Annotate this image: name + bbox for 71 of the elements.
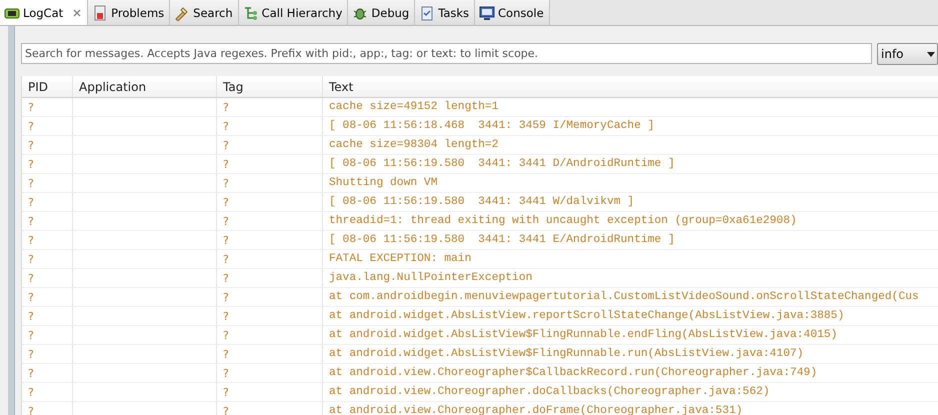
log-level-dropdown[interactable]: info xyxy=(877,43,938,65)
tag-cell: ? xyxy=(223,328,229,342)
column-header[interactable]: Tag xyxy=(217,76,323,97)
column-header[interactable]: PID xyxy=(22,76,73,97)
message-cell: at android.widget.AbsListView.reportScrollStateChange(AbsListView.java:3885) xyxy=(329,310,844,322)
search-field[interactable]: Search for messages. Accepts Java regexes. Prefix with pid:, app:, tag: or text: to limit scope. xyxy=(21,43,872,64)
tag-cell: ? xyxy=(223,404,229,415)
message-cell: [ 08-06 11:56:18.468 3441: 3459 I/MemoryCache ] xyxy=(329,120,654,132)
message-cell: at android.view.Choreographer.doFrame(Choreographer.java:531) xyxy=(329,405,743,415)
pid-cell: ? xyxy=(28,404,34,415)
tag-cell: ? xyxy=(223,252,229,266)
tag-cell: ? xyxy=(223,234,229,246)
problems-icon xyxy=(92,4,108,20)
tag-cell: ? xyxy=(223,348,229,360)
tag-cell: ? xyxy=(223,158,229,170)
pid-cell: ? xyxy=(28,100,34,114)
tag-cell: ? xyxy=(223,214,229,228)
pid-cell: ? xyxy=(28,348,34,360)
view-tab[interactable]: Problems xyxy=(88,0,170,25)
view-tab[interactable]: Console xyxy=(475,0,550,25)
clipboard-icon xyxy=(419,4,436,20)
pid-cell: ? xyxy=(28,328,34,342)
message-cell: at android.widget.AbsListView$FlingRunnable.run(AbsListView.java:4107) xyxy=(329,348,804,360)
tag-cell: ? xyxy=(223,138,229,152)
message-cell: at android.view.Choreographer$CallbackRecord.run(Choreographer.java:749) xyxy=(329,367,818,379)
view-tab[interactable]: Debug xyxy=(348,0,416,25)
pid-cell: ? xyxy=(28,214,34,228)
hierarchy-icon xyxy=(242,4,259,20)
pid-cell: ? xyxy=(28,290,34,304)
tag-cell: ? xyxy=(223,310,229,322)
column-header[interactable]: Application xyxy=(73,76,217,97)
tag-cell: ? xyxy=(223,366,229,380)
message-cell: at com.androidbegin.menuviewpagertutorial.CustomListVideoSound.onScrollStateChanged(Cus xyxy=(329,291,919,303)
tag-cell: ? xyxy=(223,196,229,208)
pid-cell: ? xyxy=(28,158,34,170)
message-cell: threadid=1: thread exiting with uncaught exception (group=0xa61e2908) xyxy=(329,215,797,227)
tag-cell: ? xyxy=(223,290,229,304)
message-cell: at android.view.Choreographer.doCallbacks(Choreographer.java:562) xyxy=(329,386,770,398)
tag-cell: ? xyxy=(223,100,229,114)
message-cell: [ 08-06 11:56:19.580 3441: 3441 D/AndroidRuntime ] xyxy=(329,158,675,170)
tag-cell: ? xyxy=(223,120,229,132)
message-cell: [ 08-06 11:56:19.580 3441: 3441 E/AndroidRuntime ] xyxy=(329,234,675,246)
message-cell: java.lang.NullPointerException xyxy=(329,272,532,284)
pid-cell: ? xyxy=(28,310,34,322)
view-tab[interactable]: Call Hierarchy xyxy=(238,0,348,25)
message-cell: [ 08-06 11:56:19.580 3441: 3441 W/dalvikvm ] xyxy=(329,196,634,208)
pid-cell: ? xyxy=(28,196,34,208)
flashlight-icon xyxy=(174,4,190,20)
tag-cell: ? xyxy=(223,176,229,190)
pid-cell: ? xyxy=(28,120,34,132)
pid-cell: ? xyxy=(28,366,34,380)
message-cell: FATAL EXCEPTION: main xyxy=(329,253,472,265)
view-tab[interactable]: Search xyxy=(170,0,239,25)
pid-cell: ? xyxy=(28,176,34,190)
pid-cell: ? xyxy=(28,272,34,284)
pid-cell: ? xyxy=(28,234,34,246)
caret-icon xyxy=(927,52,935,56)
view-tab[interactable]: LogCat xyxy=(0,0,88,25)
pid-cell: ? xyxy=(28,386,34,398)
pid-cell: ? xyxy=(28,138,34,152)
message-cell: cache size=98304 length=2 xyxy=(329,139,498,151)
monitor-icon xyxy=(479,4,496,20)
message-cell: Shutting down VM xyxy=(329,177,438,189)
tag-cell: ? xyxy=(223,272,229,284)
message-cell: at android.widget.AbsListView$FlingRunnable.endFling(AbsListView.java:4015) xyxy=(329,329,838,341)
view-tab[interactable]: Tasks xyxy=(415,0,476,25)
column-header[interactable]: Text xyxy=(323,76,938,97)
close-icon[interactable] xyxy=(72,8,82,18)
message-cell: cache size=49152 length=1 xyxy=(329,101,498,113)
tag-cell: ? xyxy=(223,386,229,398)
pid-cell: ? xyxy=(28,252,34,266)
